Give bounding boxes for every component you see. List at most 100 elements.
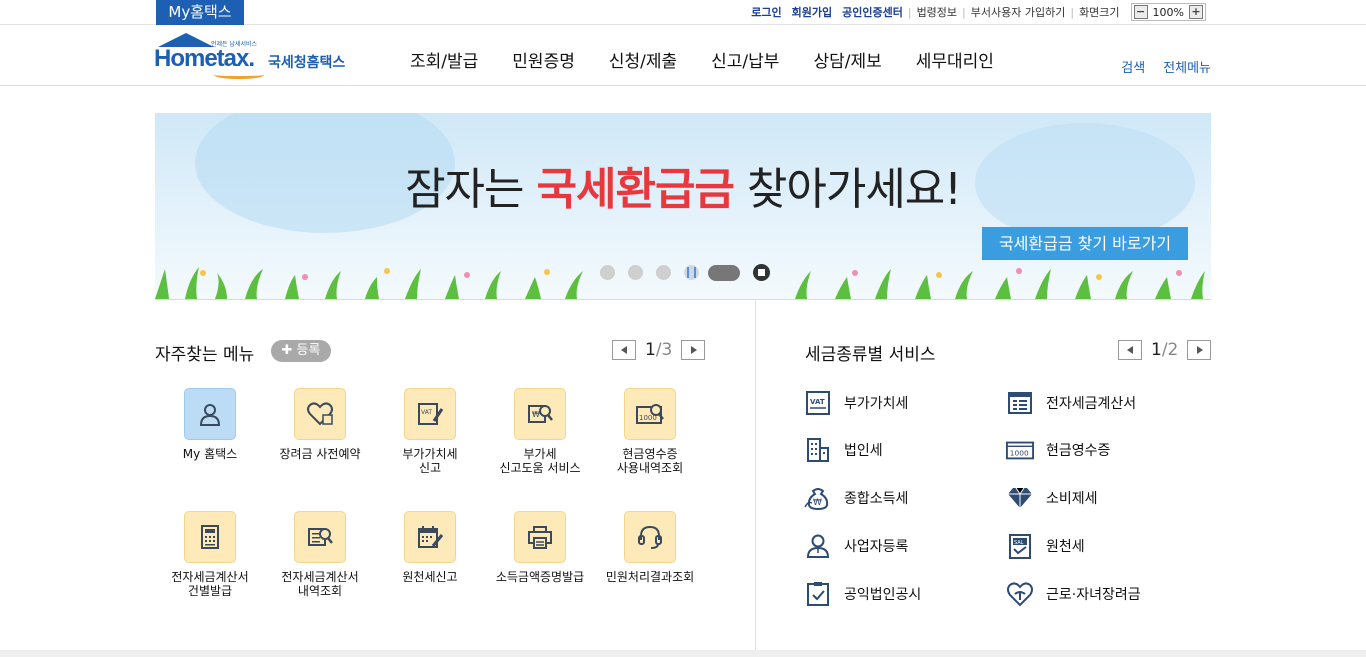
headset-icon bbox=[624, 511, 676, 563]
service-public-interest-disclosure[interactable]: 공익법인공시 bbox=[804, 580, 921, 608]
login-link[interactable]: 로그인 bbox=[751, 4, 781, 20]
banner-headline-highlight: 국세환급금 bbox=[536, 164, 735, 215]
service-consumption-tax[interactable]: 소비제세 bbox=[1006, 484, 1098, 512]
favorite-label: 부가세 신고도움 서비스 bbox=[499, 447, 581, 475]
zoom-control: − 100% + bbox=[1130, 3, 1206, 21]
cert-center-link[interactable]: 공인인증센터 bbox=[842, 4, 903, 20]
svg-text:VAT: VAT bbox=[421, 409, 432, 416]
hometax-logo[interactable]: 언제든 납세서비스 Hometax. 국세청홈택스 bbox=[154, 33, 354, 81]
favorites-pager: 1/3 bbox=[612, 340, 706, 360]
svg-text:VAT: VAT bbox=[810, 398, 825, 406]
favorite-label: 원천세신고 bbox=[402, 570, 458, 584]
refund-search-button[interactable]: 국세환급금 찾기 바로가기 bbox=[982, 227, 1188, 260]
banner-headline: 잠자는 국세환급금 찾아가세요! bbox=[155, 153, 1211, 217]
page: My홈택스 로그인 회원가입 공인인증센터 | 법령정보 | 부서사용자 가입하… bbox=[0, 0, 1366, 657]
svg-text:1000: 1000 bbox=[1010, 449, 1029, 458]
service-business-registration[interactable]: 사업자등록 bbox=[804, 532, 908, 560]
banner-dot-active[interactable] bbox=[708, 264, 740, 281]
services-prev-button[interactable] bbox=[1118, 340, 1142, 360]
service-corporate-tax[interactable]: 법인세 bbox=[804, 436, 883, 464]
banner-dot-paused[interactable] bbox=[684, 265, 699, 280]
join-link[interactable]: 회원가입 bbox=[792, 4, 832, 20]
favorite-vat-help-service[interactable]: ₩ 부가세 신고도움 서비스 bbox=[485, 388, 595, 475]
search-link[interactable]: 검색 bbox=[1121, 57, 1145, 76]
dept-user-join-link[interactable]: 부서사용자 가입하기 bbox=[971, 4, 1066, 20]
banner-stop-button[interactable] bbox=[753, 264, 770, 281]
nav-tax-agent[interactable]: 세무대리인 bbox=[916, 47, 994, 72]
my-hometax-tab[interactable]: My홈택스 bbox=[156, 0, 244, 25]
invoice-search-icon bbox=[294, 511, 346, 563]
heart-icon bbox=[294, 388, 346, 440]
header-right-links: 검색 전체메뉴 bbox=[1103, 57, 1211, 76]
person-icon bbox=[804, 532, 832, 560]
money-bag-icon: ₩ bbox=[804, 484, 832, 512]
nav-filing-payment[interactable]: 신고/납부 bbox=[711, 47, 779, 72]
user-icon bbox=[184, 388, 236, 440]
zoom-value: 100% bbox=[1152, 5, 1184, 19]
invoice-icon bbox=[1006, 389, 1034, 417]
banner-pagination bbox=[600, 264, 783, 281]
favorite-label: 민원처리결과조회 bbox=[605, 570, 695, 584]
banner-dot[interactable] bbox=[600, 265, 615, 280]
nav-inquiry-issue[interactable]: 조회/발급 bbox=[410, 47, 478, 72]
service-withholding-tax[interactable]: SAL 원천세 bbox=[1006, 532, 1085, 560]
heart-hand-icon bbox=[1006, 580, 1034, 608]
service-label: 원천세 bbox=[1046, 539, 1085, 555]
favorite-label: 부가가치세 신고 bbox=[402, 447, 458, 475]
banner-dot[interactable] bbox=[656, 265, 671, 280]
separator: | bbox=[962, 5, 966, 19]
nav-consult-report[interactable]: 상담/제보 bbox=[813, 47, 881, 72]
service-vat[interactable]: VAT 부가가치세 bbox=[804, 389, 908, 417]
building-icon bbox=[804, 436, 832, 464]
favorite-my-hometax[interactable]: My 홈택스 bbox=[155, 388, 265, 461]
service-label: 현금영수증 bbox=[1046, 443, 1111, 459]
law-info-link[interactable]: 법령정보 bbox=[917, 4, 957, 20]
favorite-label: My 홈택스 bbox=[182, 447, 238, 461]
service-label: 사업자등록 bbox=[844, 539, 909, 555]
favorite-civil-result[interactable]: 민원처리결과조회 bbox=[595, 511, 705, 584]
section-divider bbox=[755, 300, 756, 657]
clipboard-icon bbox=[804, 580, 832, 608]
banner-headline-post: 찾아가세요! bbox=[733, 164, 962, 215]
favorite-e-invoice-issue[interactable]: 전자세금계산서 건별발급 bbox=[155, 511, 265, 598]
svg-text:₩: ₩ bbox=[813, 498, 822, 508]
zoom-out-button[interactable]: − bbox=[1133, 5, 1148, 19]
calculator-icon bbox=[184, 511, 236, 563]
favorite-label: 장려금 사전예약 bbox=[279, 447, 361, 461]
nav-civil-certificate[interactable]: 민원증명 bbox=[512, 47, 575, 72]
all-menu-link[interactable]: 전체메뉴 bbox=[1163, 57, 1211, 76]
favorites-next-button[interactable] bbox=[681, 340, 706, 360]
favorite-vat-filing[interactable]: VAT 부가가치세 신고 bbox=[375, 388, 485, 475]
services-page-total: /2 bbox=[1161, 340, 1179, 360]
favorites-page-total: /3 bbox=[655, 340, 673, 360]
nav-application-submission[interactable]: 신청/제출 bbox=[609, 47, 677, 72]
receipt-search-icon: 1000 bbox=[624, 388, 676, 440]
services-next-button[interactable] bbox=[1187, 340, 1212, 360]
favorites-page-current: 1 bbox=[645, 340, 656, 360]
favorite-withholding-filing[interactable]: 원천세신고 bbox=[375, 511, 485, 584]
service-earned-income-credit[interactable]: 근로·자녀장려금 bbox=[1006, 580, 1141, 608]
logo-swoosh-icon bbox=[214, 71, 264, 79]
service-e-invoice[interactable]: 전자세금계산서 bbox=[1006, 389, 1136, 417]
services-pager: 1/2 bbox=[1118, 340, 1212, 360]
favorite-e-invoice-history[interactable]: 전자세금계산서 내역조회 bbox=[265, 511, 375, 598]
favorite-incentive-reservation[interactable]: 장려금 사전예약 bbox=[265, 388, 375, 461]
printer-icon bbox=[514, 511, 566, 563]
banner-dot[interactable] bbox=[628, 265, 643, 280]
zoom-in-button[interactable]: + bbox=[1189, 5, 1203, 19]
favorite-cash-receipt-history[interactable]: 1000 현금영수증 사용내역조회 bbox=[595, 388, 705, 475]
service-cash-receipt[interactable]: 1000 현금영수증 bbox=[1006, 436, 1110, 464]
utility-links: 로그인 회원가입 공인인증센터 | 법령정보 | 부서사용자 가입하기 | 화면… bbox=[746, 3, 1206, 21]
vat-icon: VAT bbox=[804, 389, 832, 417]
favorites-prev-button[interactable] bbox=[612, 340, 636, 360]
site-header: 언제든 납세서비스 Hometax. 국세청홈택스 조회/발급 민원증명 신청/… bbox=[0, 25, 1366, 86]
services-page-current: 1 bbox=[1151, 340, 1162, 360]
favorite-label: 전자세금계산서 건별발급 bbox=[171, 570, 249, 598]
service-income-tax[interactable]: ₩ 종합소득세 bbox=[804, 484, 908, 512]
logo-korean-name: 국세청홈택스 bbox=[268, 55, 346, 71]
favorites-register-button[interactable]: ✚ 등록 bbox=[271, 340, 331, 362]
service-label: 부가가치세 bbox=[844, 396, 909, 412]
logo-wordmark: Hometax. bbox=[154, 45, 255, 72]
favorite-income-certificate[interactable]: 소득금액증명발급 bbox=[485, 511, 595, 584]
refund-banner[interactable]: 잠자는 국세환급금 찾아가세요! 국세환급금 찾기 바로가기 bbox=[155, 113, 1211, 300]
